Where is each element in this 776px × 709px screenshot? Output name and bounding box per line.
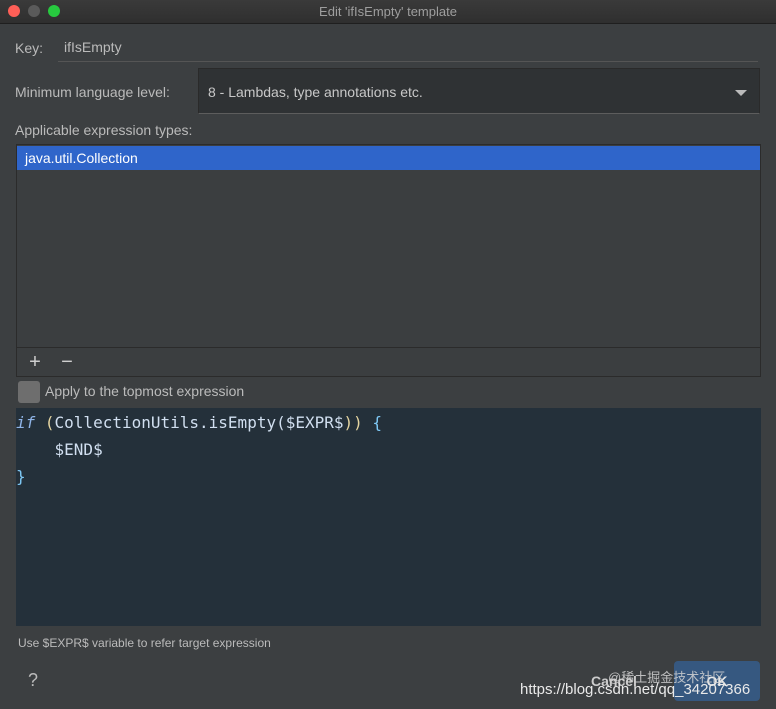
title-bar: Edit 'ifIsEmpty' template	[0, 0, 776, 24]
code-paren: (	[35, 413, 55, 432]
key-label: Key:	[15, 40, 44, 56]
code-close-paren: ))	[343, 413, 363, 432]
add-icon[interactable]: +	[25, 352, 45, 372]
watermark-url: https://blog.csdn.net/qq_34207366	[520, 681, 751, 698]
language-level-dropdown[interactable]: 8 - Lambdas, type annotations etc.	[198, 68, 760, 114]
template-code-editor[interactable]: if (CollectionUtils.isEmpty($EXPR$)) { $…	[16, 408, 761, 626]
list-toolbar: + −	[17, 347, 760, 377]
list-item[interactable]: java.util.Collection	[17, 146, 760, 170]
remove-icon[interactable]: −	[57, 352, 77, 372]
window-title: Edit 'ifIsEmpty' template	[319, 4, 457, 19]
help-button[interactable]: ?	[22, 670, 44, 692]
key-field[interactable]: ifIsEmpty	[58, 34, 758, 62]
chevron-down-icon	[735, 90, 747, 96]
code-line-1: if (CollectionUtils.isEmpty($EXPR$)) {	[16, 413, 382, 432]
code-keyword: if	[16, 413, 36, 432]
topmost-label: Apply to the topmost expression	[45, 383, 245, 399]
code-open-brace: {	[362, 413, 383, 432]
code-line-2: $END$	[16, 440, 103, 459]
key-value: ifIsEmpty	[64, 39, 122, 55]
hint-text: Use $EXPR$ variable to refer target expr…	[18, 636, 271, 650]
code-call: CollectionUtils.isEmpty(	[54, 413, 286, 432]
code-expr-variable: $EXPR$	[285, 413, 344, 432]
code-line-3: }	[16, 467, 26, 486]
topmost-checkbox[interactable]	[18, 381, 40, 403]
expression-types-list[interactable]: java.util.Collection + −	[16, 144, 761, 377]
list-item-label: java.util.Collection	[25, 150, 138, 166]
language-level-selected: 8 - Lambdas, type annotations etc.	[208, 84, 423, 100]
language-level-label: Minimum language level:	[15, 84, 170, 100]
expression-types-label: Applicable expression types:	[15, 122, 193, 138]
